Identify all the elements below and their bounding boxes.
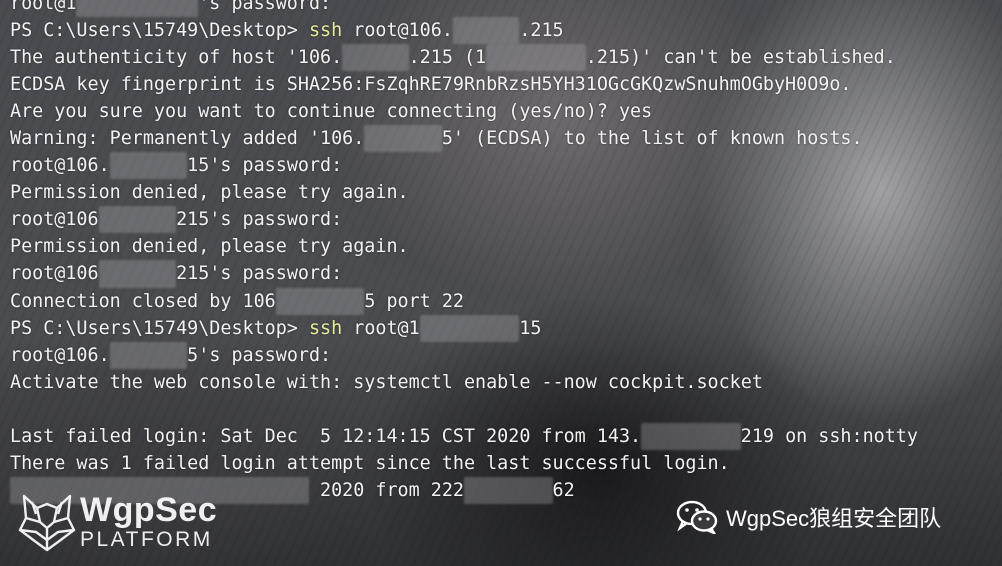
redacted-ip-segment xyxy=(98,260,177,288)
wgpsec-brand: WgpSec PLATFORM xyxy=(80,493,217,551)
terminal-text: 15 xyxy=(519,317,542,339)
command-keyword: ssh xyxy=(308,20,343,42)
terminal-line: root@106 215's password: xyxy=(10,206,1002,234)
redacted-ip-segment xyxy=(463,476,553,504)
terminal-line: Permission denied, please try again. xyxy=(10,179,1002,206)
terminal-line: Last failed login: Sat Dec 5 12:14:15 CS… xyxy=(10,422,1002,450)
terminal-text: root@106. xyxy=(342,20,453,42)
terminal-text: Permission denied, please try again. xyxy=(10,182,409,204)
terminal-text: 5's password: xyxy=(187,344,332,366)
redacted-ip-segment xyxy=(364,125,442,153)
redacted-ip-segment xyxy=(452,17,520,45)
terminal-text: PS C:\Users\15749\Desktop> xyxy=(10,317,309,339)
terminal-text: 219 on ssh:notty xyxy=(740,425,918,447)
redacted-ip-segment xyxy=(109,152,188,180)
terminal-text: 5' (ECDSA) to the list of known hosts. xyxy=(441,128,863,150)
terminal-line: root@106. 5's password: xyxy=(10,341,1002,369)
terminal-text: .215 xyxy=(519,20,564,42)
terminal-text: There was 1 failed login attempt since t… xyxy=(10,452,730,474)
terminal-line: The authenticity of host '106. .215 (1 .… xyxy=(10,44,1002,72)
terminal-output[interactable]: root@1 's password: PS C:\Users\15749\Des… xyxy=(10,0,1002,504)
terminal-text: ECDSA key fingerprint is SHA256:FsZqhRE7… xyxy=(10,74,852,96)
redacted-ip-segment xyxy=(486,44,586,72)
terminal-line: ECDSA key fingerprint is SHA256:FsZqhRE7… xyxy=(10,71,1002,98)
terminal-text: 15's password: xyxy=(187,155,343,177)
terminal-text: 215's password: xyxy=(176,263,343,285)
terminal-line: Warning: Permanently added '106. 5' (ECD… xyxy=(10,125,1002,153)
terminal-text: 5 port 22 xyxy=(364,290,464,312)
terminal-text: root@106 xyxy=(10,263,99,285)
command-keyword: ssh xyxy=(308,317,343,339)
terminal-text: PS C:\Users\15749\Desktop> xyxy=(10,20,309,42)
terminal-text: root@106 xyxy=(10,209,99,231)
redacted-ip-segment xyxy=(342,44,409,72)
terminal-line: PS C:\Users\15749\Desktop> ssh root@106.… xyxy=(10,17,1002,45)
terminal-text: 62 xyxy=(552,479,575,501)
wechat-account-name: WgpSec狼组安全团队 xyxy=(726,506,942,531)
wgpsec-platform-watermark: WgpSec PLATFORM xyxy=(18,492,217,552)
wechat-account-watermark: WgpSec狼组安全团队 xyxy=(676,500,941,534)
terminal-text: Connection closed by 106 xyxy=(10,290,276,312)
terminal-line: There was 1 failed login attempt since t… xyxy=(10,450,1002,477)
terminal-text: 2020 from 222 xyxy=(308,479,464,501)
redacted-ip-segment xyxy=(275,287,365,315)
terminal-text: 's password: xyxy=(198,0,332,14)
terminal-text: Are you sure you want to continue connec… xyxy=(10,101,653,123)
terminal-text: The authenticity of host '106. xyxy=(10,47,343,69)
terminal-text: 215's password: xyxy=(176,209,343,231)
terminal-line: root@106. 15's password: xyxy=(10,152,1002,180)
wechat-icon xyxy=(676,500,718,534)
terminal-text: root@1 xyxy=(342,317,420,339)
terminal-line: root@106 215's password: xyxy=(10,260,1002,288)
terminal-line: Permission denied, please try again. xyxy=(10,233,1002,260)
terminal-text: root@106. xyxy=(10,155,110,177)
terminal-text: .215)' can't be established. xyxy=(585,47,896,69)
terminal-line: root@1 's password: xyxy=(10,0,1002,18)
terminal-line: Connection closed by 106 5 port 22 xyxy=(10,287,1002,315)
terminal-text: root@106. xyxy=(10,344,110,366)
terminal-text: Activate the web console with: systemctl… xyxy=(10,371,763,393)
terminal-text: root@1 xyxy=(10,0,77,14)
terminal-text: Permission denied, please try again. xyxy=(10,236,409,258)
terminal-text: .215 (1 xyxy=(408,47,487,69)
redacted-ip-segment xyxy=(98,206,177,234)
terminal-text: Warning: Permanently added '106. xyxy=(10,128,365,150)
redacted-ip-segment xyxy=(641,422,741,450)
terminal-text: Last failed login: Sat Dec 5 12:14:15 CS… xyxy=(10,425,642,447)
terminal-line: Are you sure you want to continue connec… xyxy=(10,98,1002,125)
wolf-logo-icon xyxy=(18,494,76,552)
brand-title: WgpSec xyxy=(80,491,218,529)
redacted-ip-segment xyxy=(419,314,520,342)
terminal-line: PS C:\Users\15749\Desktop> ssh root@1 15 xyxy=(10,314,1002,342)
terminal-line xyxy=(10,396,1002,423)
redacted-ip-segment xyxy=(109,341,188,369)
redacted-ip-segment xyxy=(76,0,199,18)
terminal-line: Activate the web console with: systemctl… xyxy=(10,369,1002,396)
brand-subtitle: PLATFORM xyxy=(80,528,213,551)
